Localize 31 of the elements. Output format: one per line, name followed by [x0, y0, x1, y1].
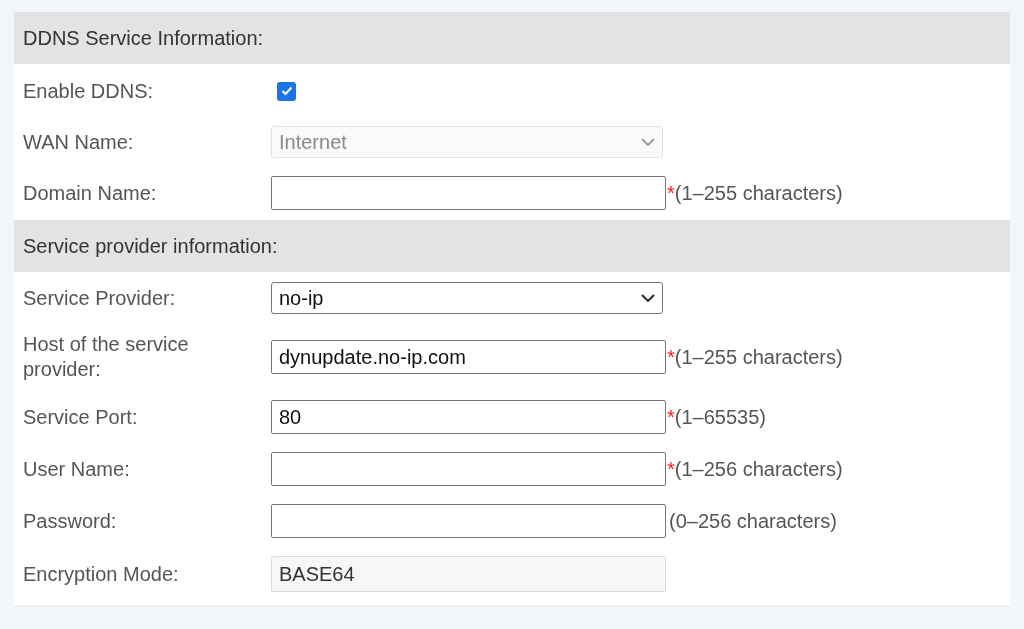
text-input[interactable]: dynupdate.no-ip.com [271, 340, 666, 374]
readonly-field: BASE64 [271, 556, 666, 592]
chevron-down-icon [641, 137, 655, 147]
field-label: Service Provider: [23, 285, 177, 311]
dropdown[interactable]: no-ip [271, 282, 663, 314]
text-input[interactable] [271, 452, 666, 486]
section-header: DDNS Service Information: [14, 12, 1010, 64]
text-input[interactable] [271, 176, 666, 210]
checkbox[interactable] [277, 81, 296, 101]
hint-text: (1–255 characters) [674, 181, 843, 206]
field-label: Service Port: [23, 404, 139, 430]
section-header: Service provider information: [14, 220, 1010, 272]
required-asterisk: * [667, 181, 675, 206]
required-asterisk: * [667, 345, 675, 370]
field-label: User Name: [23, 456, 131, 482]
field-label: Host of the service provider: [23, 332, 190, 382]
chevron-down-icon [641, 293, 655, 303]
field-label: Enable DDNS: [23, 78, 155, 104]
hint-text: (1–255 characters) [674, 345, 843, 370]
field-label: Password: [23, 508, 118, 534]
field-label: Encryption Mode: [23, 561, 180, 587]
checkmark-icon [280, 86, 293, 96]
required-asterisk: * [667, 457, 675, 482]
hint-text: (0–256 characters) [669, 509, 837, 534]
hint-text: (1–256 characters) [674, 457, 843, 482]
required-asterisk: * [667, 405, 675, 430]
field-label: Domain Name: [23, 180, 158, 206]
text-input[interactable]: 80 [271, 400, 666, 434]
hint-text: (1–65535) [674, 405, 766, 430]
text-input[interactable] [271, 504, 666, 538]
field-label: WAN Name: [23, 129, 135, 155]
